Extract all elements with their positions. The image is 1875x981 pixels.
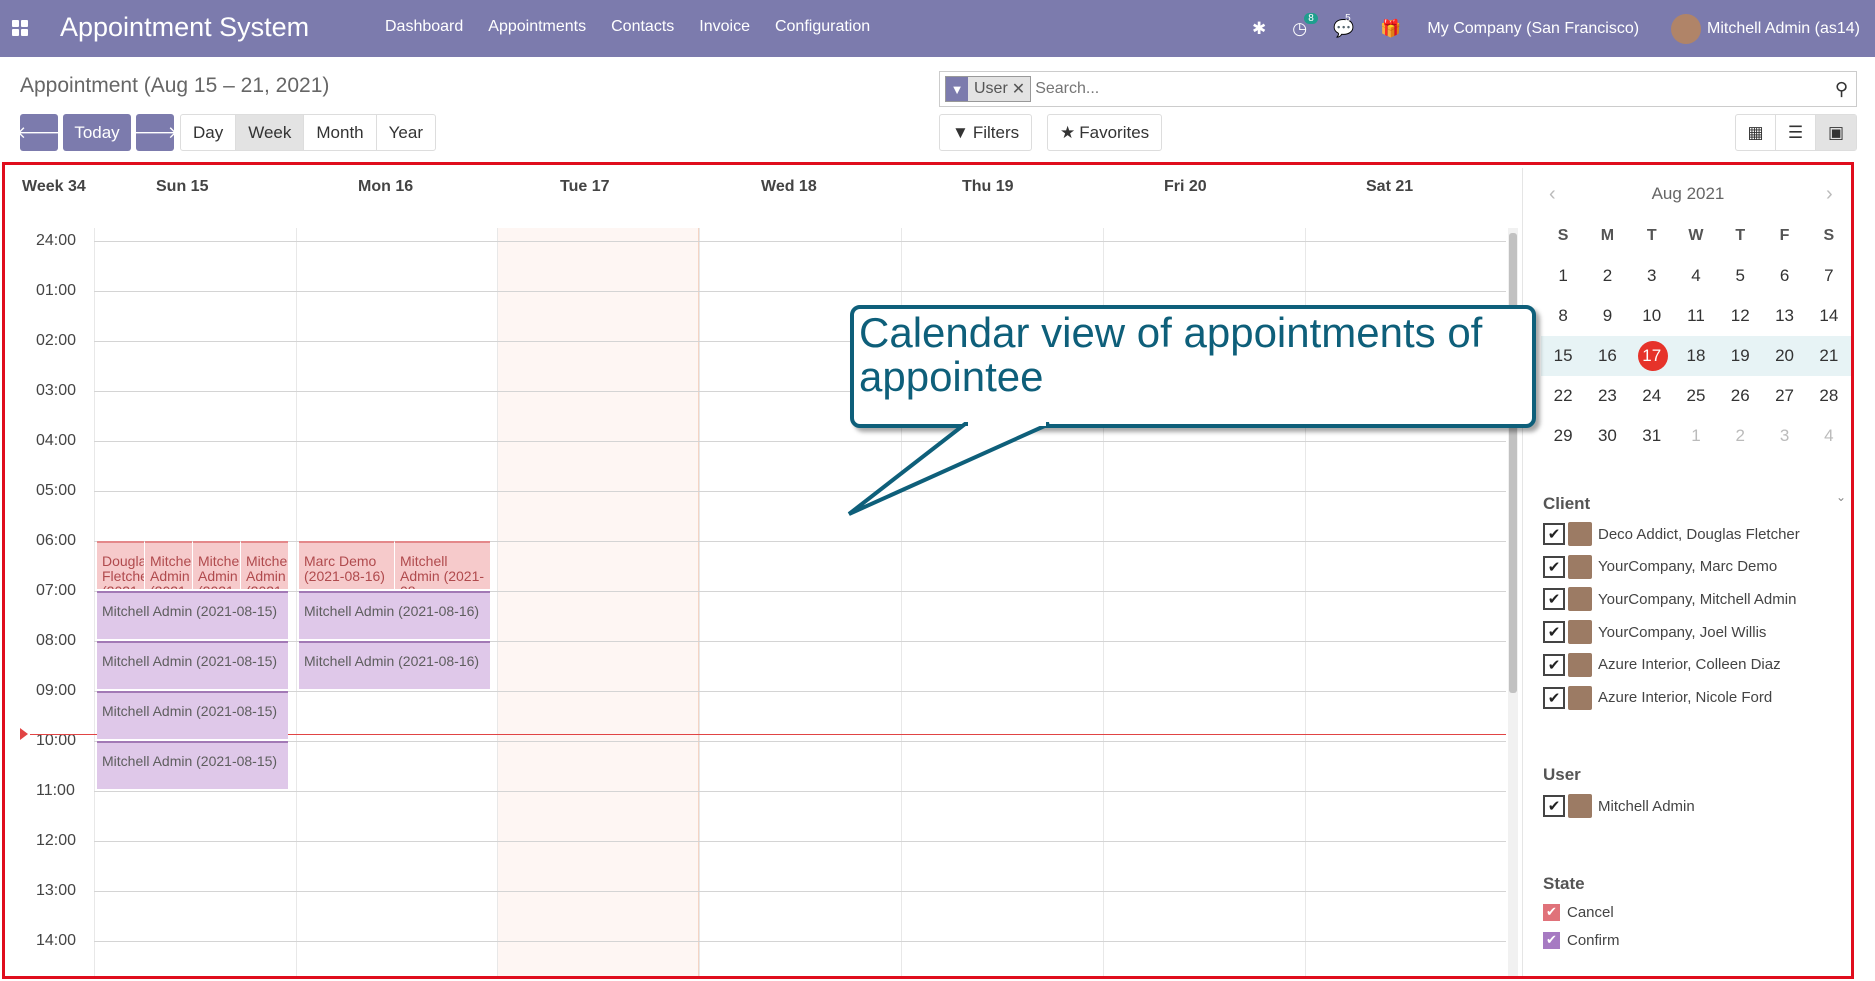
- activity-clock-icon[interactable]: ◷ 8: [1292, 12, 1318, 39]
- menu-configuration[interactable]: Configuration: [775, 18, 870, 36]
- systray: ✱ ◷ 8 💬 5 🎁 My Company (San Francisco) Mit…: [1252, 0, 1875, 57]
- menu-dashboard[interactable]: Dashboard: [385, 18, 463, 36]
- activity-badge: 8: [1304, 12, 1318, 24]
- filters-button[interactable]: ▼ Filters: [939, 114, 1033, 151]
- next-button[interactable]: 🡒: [132, 114, 178, 151]
- company-switcher[interactable]: My Company (San Francisco): [1427, 20, 1639, 38]
- facet-label: User: [974, 80, 1008, 97]
- app-brand[interactable]: Appointment System: [60, 12, 309, 43]
- menu-appointments[interactable]: Appointments: [488, 18, 586, 36]
- filter-funnel-icon: ▼: [952, 122, 969, 142]
- page-title: Appointment (Aug 15 – 21, 2021): [20, 74, 330, 97]
- favorites-button[interactable]: ★ Favorites: [1047, 114, 1163, 151]
- annotation-callout: Calendar view of appointments of appoint…: [847, 305, 1536, 516]
- arrow-right-icon: 🡒: [132, 122, 178, 142]
- filter-icon: ▼: [946, 77, 968, 101]
- menu-invoice[interactable]: Invoice: [699, 18, 750, 36]
- star-icon: ★: [1060, 122, 1076, 142]
- callout-text: Calendar view of appointments of appoint…: [859, 309, 1483, 400]
- prev-button[interactable]: 🡐: [16, 114, 62, 151]
- menu-contacts[interactable]: Contacts: [611, 18, 674, 36]
- scale-day[interactable]: Day: [181, 115, 237, 150]
- view-switcher: ▦ ☰ ▣: [1735, 114, 1857, 151]
- search-facet-user[interactable]: ▼ User ✕: [945, 76, 1032, 102]
- highlight-frame: [2, 162, 1854, 979]
- messages-count: 5: [1345, 12, 1351, 24]
- scale-month[interactable]: Month: [304, 115, 377, 150]
- search-input[interactable]: [1035, 80, 1835, 98]
- scale-switcher: Day Week Month Year: [180, 114, 436, 151]
- messages-icon[interactable]: 💬 5: [1333, 13, 1354, 39]
- main-menu: Dashboard Appointments Contacts Invoice …: [385, 18, 870, 36]
- list-view-icon[interactable]: ☰: [1776, 115, 1816, 150]
- today-button[interactable]: Today: [63, 114, 131, 151]
- callout-pointer: [847, 418, 1050, 516]
- calendar-view-icon[interactable]: ▣: [1816, 115, 1856, 150]
- mini-day-today[interactable]: 17: [1630, 336, 1674, 376]
- user-menu[interactable]: Mitchell Admin (as14): [1707, 20, 1860, 38]
- user-avatar[interactable]: [1671, 13, 1702, 44]
- remove-facet-icon[interactable]: ✕: [1012, 79, 1030, 99]
- search-icon[interactable]: ⚲: [1835, 79, 1848, 100]
- filters-label: Filters: [972, 122, 1020, 142]
- favorites-label: Favorites: [1079, 122, 1150, 142]
- bug-icon[interactable]: ✱: [1252, 19, 1266, 39]
- search-bar: ▼ User ✕ ⚲: [939, 71, 1857, 107]
- kanban-view-icon[interactable]: ▦: [1736, 115, 1776, 150]
- gift-icon[interactable]: 🎁: [1380, 19, 1401, 39]
- scale-year[interactable]: Year: [377, 115, 435, 150]
- arrow-left-icon: 🡐: [16, 122, 62, 142]
- apps-menu-icon[interactable]: [12, 20, 28, 36]
- scale-week[interactable]: Week: [236, 115, 305, 150]
- top-navbar: Appointment System Dashboard Appointment…: [0, 0, 1875, 57]
